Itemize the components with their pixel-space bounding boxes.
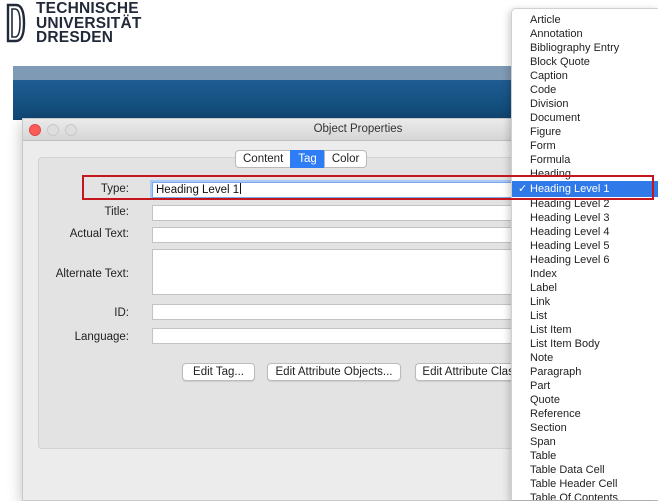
- alternate-text-label: Alternate Text:: [55, 268, 129, 280]
- dropdown-option[interactable]: Table Header Cell: [512, 477, 658, 491]
- dropdown-option[interactable]: Bibliography Entry: [512, 41, 658, 55]
- dropdown-option[interactable]: Block Quote: [512, 55, 658, 69]
- tu-dresden-logo-mark-icon: [6, 3, 26, 43]
- title-label: Title:: [104, 206, 130, 218]
- logo-line-3: DRESDEN: [36, 29, 114, 46]
- tab-tag[interactable]: Tag: [290, 150, 325, 168]
- dropdown-option[interactable]: Heading Level 4: [512, 225, 658, 239]
- dropdown-option[interactable]: Label: [512, 281, 658, 295]
- tab-color[interactable]: Color: [323, 150, 368, 168]
- dropdown-option[interactable]: Section: [512, 421, 658, 435]
- dropdown-option[interactable]: Span: [512, 435, 658, 449]
- logo-wordmark: TECHNISCHE UNIVERSITÄT DRESDEN: [36, 1, 142, 46]
- language-label: Language:: [74, 331, 129, 343]
- dropdown-option[interactable]: Link: [512, 295, 658, 309]
- highlight-box: [82, 175, 654, 200]
- dropdown-option[interactable]: Figure: [512, 125, 658, 139]
- dropdown-option[interactable]: Form: [512, 139, 658, 153]
- dropdown-option[interactable]: Heading Level 5: [512, 239, 658, 253]
- type-dropdown-list[interactable]: Article Annotation Bibliography Entry Bl…: [511, 8, 658, 500]
- tab-bar: Content Tag Color: [235, 150, 368, 168]
- dropdown-option[interactable]: Formula: [512, 153, 658, 167]
- edit-tag-button[interactable]: Edit Tag...: [182, 363, 255, 381]
- tu-dresden-logo: TECHNISCHE UNIVERSITÄT DRESDEN: [0, 0, 150, 60]
- edit-attribute-classes-button[interactable]: Edit Attribute Class: [415, 363, 526, 381]
- edit-attribute-objects-button[interactable]: Edit Attribute Objects...: [267, 363, 401, 381]
- dropdown-option[interactable]: Caption: [512, 69, 658, 83]
- dropdown-option[interactable]: Part: [512, 379, 658, 393]
- dropdown-option[interactable]: Annotation: [512, 27, 658, 41]
- actual-text-label: Actual Text:: [69, 228, 129, 240]
- dropdown-option[interactable]: Quote: [512, 393, 658, 407]
- dropdown-option[interactable]: Document: [512, 111, 658, 125]
- dropdown-option[interactable]: Code: [512, 83, 658, 97]
- dropdown-option[interactable]: Table: [512, 449, 658, 463]
- dropdown-option[interactable]: Article: [512, 13, 658, 27]
- dropdown-option[interactable]: List Item Body: [512, 337, 658, 351]
- dropdown-option[interactable]: List: [512, 309, 658, 323]
- dropdown-option[interactable]: Table Data Cell: [512, 463, 658, 477]
- dropdown-option[interactable]: List Item: [512, 323, 658, 337]
- id-label: ID:: [114, 307, 129, 319]
- dropdown-option[interactable]: Index: [512, 267, 658, 281]
- dropdown-option[interactable]: Note: [512, 351, 658, 365]
- tab-content[interactable]: Content: [235, 150, 292, 168]
- dropdown-option[interactable]: Heading Level 3: [512, 211, 658, 225]
- dropdown-option[interactable]: Division: [512, 97, 658, 111]
- dropdown-option[interactable]: Paragraph: [512, 365, 658, 379]
- dropdown-option[interactable]: Heading Level 6: [512, 253, 658, 267]
- dropdown-option[interactable]: Reference: [512, 407, 658, 421]
